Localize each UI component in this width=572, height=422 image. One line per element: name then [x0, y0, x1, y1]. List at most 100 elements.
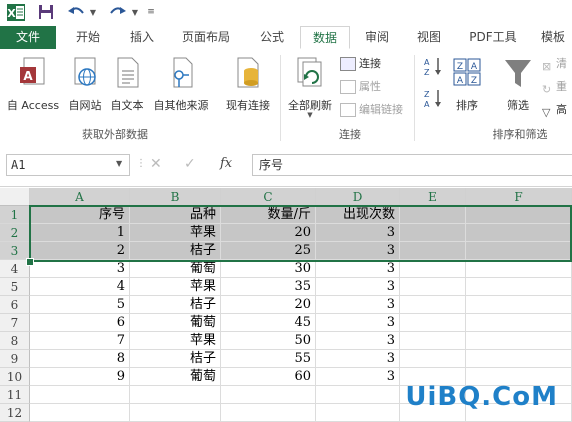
row-header[interactable]: 10	[0, 368, 30, 386]
undo-icon[interactable]	[66, 3, 86, 21]
cell[interactable]	[466, 296, 572, 314]
column-header[interactable]: B	[130, 188, 221, 206]
from-web-button[interactable]: 自网站	[64, 55, 106, 115]
cell[interactable]	[400, 332, 466, 350]
tab-pdf-tools[interactable]: PDF工具	[460, 26, 526, 49]
fill-handle[interactable]	[26, 258, 34, 266]
tab-file[interactable]: 文件	[0, 26, 56, 49]
select-all-corner[interactable]	[0, 188, 30, 206]
cell[interactable]: 20	[221, 224, 316, 242]
redo-icon[interactable]	[108, 3, 128, 21]
cell[interactable]: 3	[316, 242, 400, 260]
tab-templates[interactable]: 模板	[534, 26, 572, 49]
cell[interactable]: 7	[30, 332, 130, 350]
row-header[interactable]: 1	[0, 206, 30, 224]
insert-function-icon[interactable]: fx	[220, 156, 232, 171]
cell[interactable]	[400, 278, 466, 296]
column-header[interactable]: D	[316, 188, 400, 206]
cell[interactable]: 3	[316, 332, 400, 350]
cell[interactable]: 30	[221, 260, 316, 278]
cell[interactable]: 苹果	[130, 224, 221, 242]
cell[interactable]	[466, 260, 572, 278]
cell[interactable]: 数量/斤	[221, 206, 316, 224]
row-header[interactable]: 9	[0, 350, 30, 368]
cell[interactable]	[466, 242, 572, 260]
cell[interactable]: 苹果	[130, 332, 221, 350]
cell[interactable]	[221, 386, 316, 404]
cell[interactable]: 8	[30, 350, 130, 368]
filter-button[interactable]: 筛选	[498, 55, 538, 115]
cell[interactable]	[316, 386, 400, 404]
formula-bar-handle-icon[interactable]: ⋮	[136, 158, 146, 169]
cell[interactable]	[466, 314, 572, 332]
cell[interactable]	[221, 404, 316, 422]
column-header[interactable]: C	[221, 188, 316, 206]
name-box[interactable]: A1	[6, 154, 130, 176]
cell[interactable]	[30, 404, 130, 422]
cell[interactable]: 3	[316, 296, 400, 314]
cell[interactable]	[400, 242, 466, 260]
cell[interactable]	[466, 332, 572, 350]
undo-dropdown-icon[interactable]: ▼	[88, 3, 98, 21]
column-header[interactable]: F	[466, 188, 572, 206]
reapply-filter-button[interactable]: ↻ 重	[542, 78, 567, 96]
cell[interactable]: 葡萄	[130, 314, 221, 332]
cell[interactable]: 出现次数	[316, 206, 400, 224]
cell[interactable]: 9	[30, 368, 130, 386]
tab-formulas[interactable]: 公式	[248, 26, 296, 49]
cell[interactable]: 60	[221, 368, 316, 386]
tab-review[interactable]: 审阅	[354, 26, 400, 49]
sort-desc-button[interactable]: ZA	[420, 87, 446, 111]
edit-links-button[interactable]: 编辑链接	[340, 101, 403, 119]
cell[interactable]	[400, 224, 466, 242]
cell[interactable]	[400, 350, 466, 368]
cell[interactable]: 桔子	[130, 296, 221, 314]
cell[interactable]: 苹果	[130, 278, 221, 296]
refresh-all-dropdown-icon[interactable]: ▼	[283, 111, 337, 119]
cell[interactable]: 葡萄	[130, 368, 221, 386]
cell[interactable]	[400, 314, 466, 332]
column-header[interactable]: E	[400, 188, 466, 206]
row-header[interactable]: 12	[0, 404, 30, 422]
customize-qat-icon[interactable]: ≡	[146, 3, 156, 21]
tab-home[interactable]: 开始	[64, 26, 112, 49]
from-other-sources-button[interactable]: 自其他来源	[148, 55, 214, 115]
redo-dropdown-icon[interactable]: ▼	[130, 3, 140, 21]
cell[interactable]	[130, 386, 221, 404]
name-box-dropdown-icon[interactable]: ▼	[116, 159, 122, 168]
refresh-all-button[interactable]: 全部刷新 ▼	[283, 55, 337, 125]
cell[interactable]: 50	[221, 332, 316, 350]
enter-icon[interactable]: ✓	[184, 156, 196, 172]
cell[interactable]	[400, 206, 466, 224]
row-header[interactable]: 6	[0, 296, 30, 314]
column-header[interactable]: A	[30, 188, 130, 206]
cell[interactable]: 品种	[130, 206, 221, 224]
cell[interactable]: 45	[221, 314, 316, 332]
cell[interactable]: 3	[30, 260, 130, 278]
cell[interactable]: 5	[30, 296, 130, 314]
cell[interactable]: 序号	[30, 206, 130, 224]
row-header[interactable]: 5	[0, 278, 30, 296]
connections-button[interactable]: 连接	[340, 55, 381, 73]
cell[interactable]: 3	[316, 278, 400, 296]
cell[interactable]	[466, 206, 572, 224]
row-header[interactable]: 7	[0, 314, 30, 332]
tab-insert[interactable]: 插入	[118, 26, 166, 49]
cell[interactable]: 3	[316, 368, 400, 386]
row-header[interactable]: 2	[0, 224, 30, 242]
cell[interactable]: 35	[221, 278, 316, 296]
cell[interactable]: 桔子	[130, 242, 221, 260]
sort-asc-button[interactable]: AZ	[420, 55, 446, 79]
advanced-filter-button[interactable]: ▽ 高	[542, 101, 567, 119]
cell[interactable]	[400, 260, 466, 278]
cell[interactable]: 3	[316, 260, 400, 278]
cell[interactable]: 3	[316, 314, 400, 332]
properties-button[interactable]: 属性	[340, 78, 381, 96]
cell[interactable]	[316, 404, 400, 422]
cell[interactable]	[466, 350, 572, 368]
cell[interactable]	[466, 278, 572, 296]
existing-connections-button[interactable]: 现有连接	[220, 55, 276, 115]
cell[interactable]	[400, 296, 466, 314]
cell[interactable]: 55	[221, 350, 316, 368]
cell[interactable]	[130, 404, 221, 422]
